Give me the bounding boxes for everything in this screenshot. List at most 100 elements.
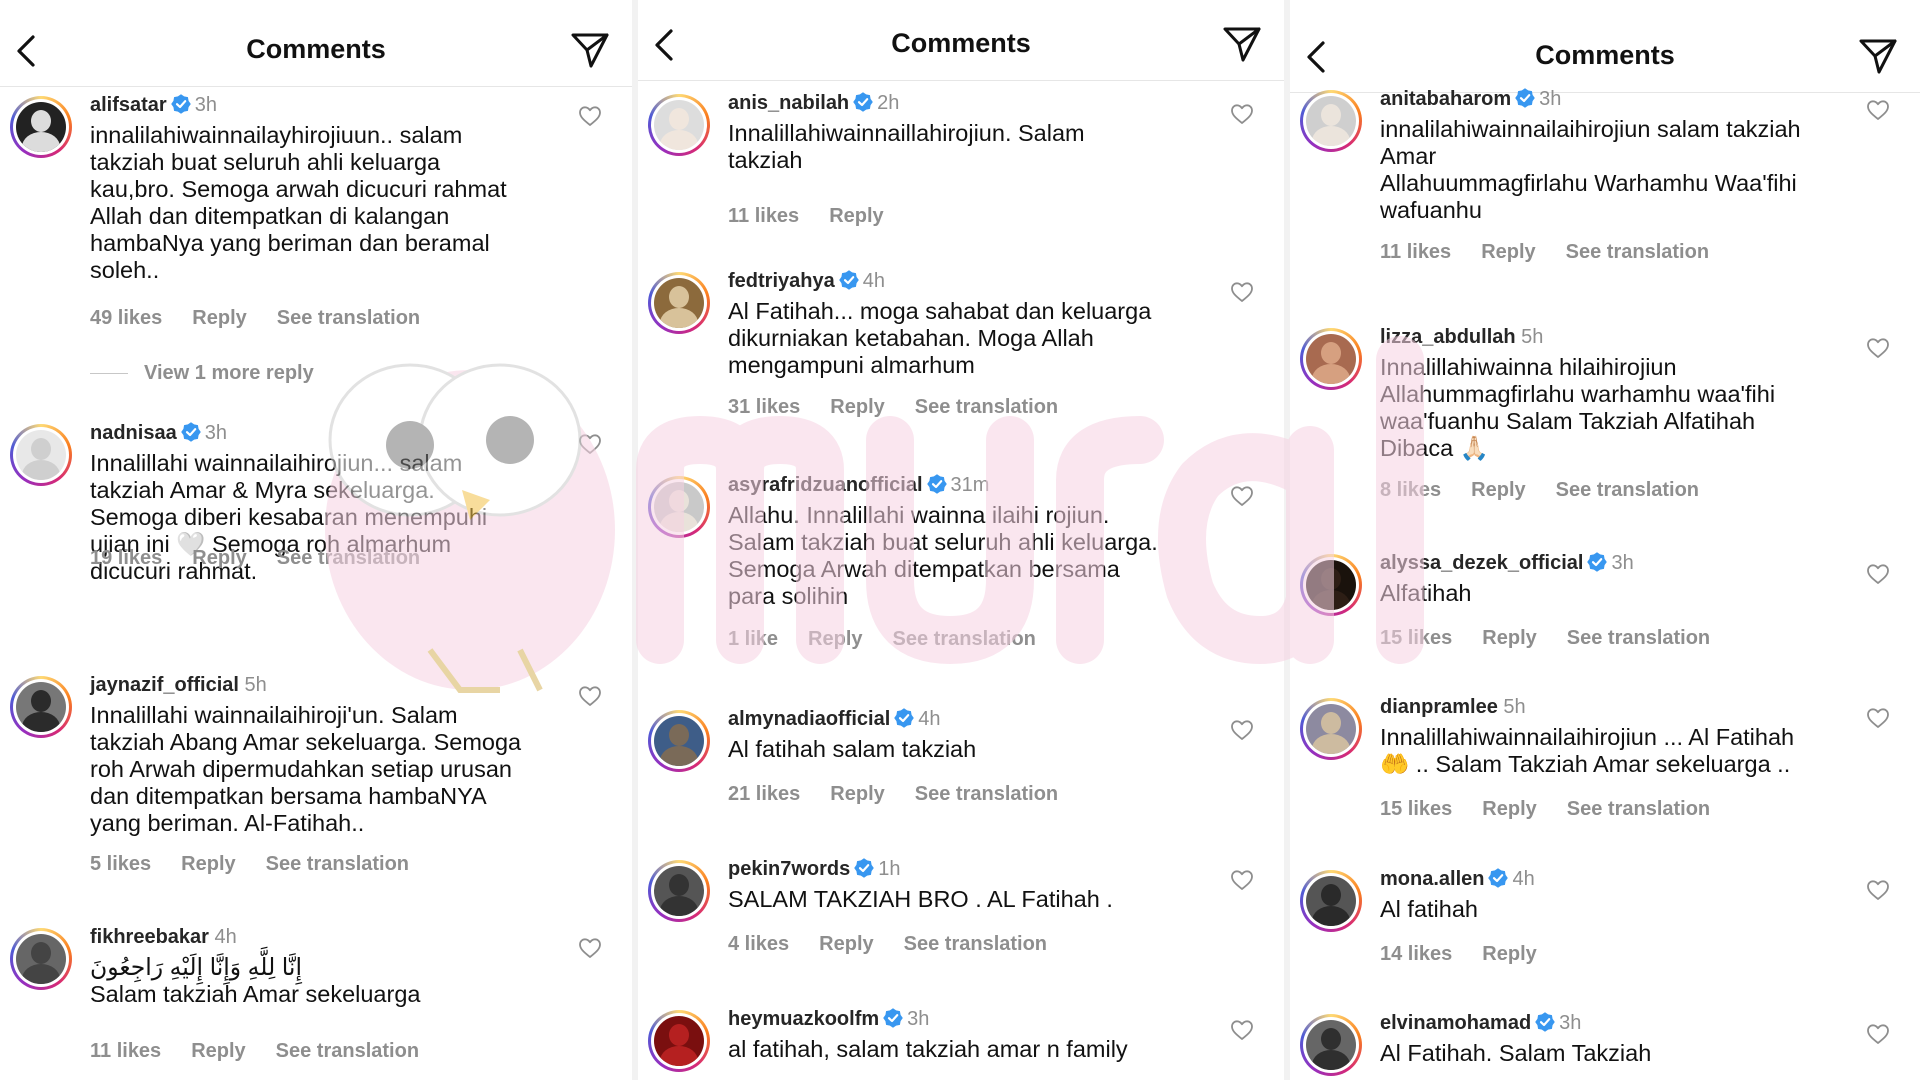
comment-time: 4h [214,926,237,948]
reply-button[interactable]: Reply [819,933,873,955]
heart-outline-icon[interactable] [578,684,602,708]
avatar[interactable] [1300,554,1362,616]
avatar[interactable] [648,272,710,334]
avatar[interactable] [648,710,710,772]
heart-outline-icon[interactable] [1230,1018,1254,1042]
see-translation-button[interactable]: See translation [266,853,409,875]
heart-outline-icon[interactable] [578,432,602,456]
comment-username[interactable]: mona.allen [1380,868,1484,890]
send-icon[interactable] [1222,24,1262,64]
heart-outline-icon[interactable] [1866,706,1890,730]
comment-text: Alfatihah [1380,580,1472,606]
send-icon[interactable] [570,30,610,70]
see-translation-button[interactable]: See translation [277,547,420,569]
reply-button[interactable]: Reply [1481,241,1535,263]
reply-button[interactable]: Reply [808,628,862,650]
avatar[interactable] [10,424,72,486]
view-more-replies-button[interactable]: View 1 more reply [90,362,314,385]
comment-username[interactable]: nadnisaa [90,422,177,444]
comment-username[interactable]: anis_nabilah [728,92,849,114]
see-translation-button[interactable]: See translation [1556,479,1699,501]
comment-username[interactable]: heymuazkoolfm [728,1008,879,1030]
likes-count[interactable]: 15 likes [1380,627,1452,649]
comment-username[interactable]: dianpramlee [1380,696,1498,718]
avatar[interactable] [1300,698,1362,760]
avatar[interactable] [648,1010,710,1072]
reply-button[interactable]: Reply [829,205,883,227]
comment-item: alyssa_dezek_official 3h Alfatihah 15 likes… [1290,550,1920,694]
comment-username[interactable]: elvinamohamad [1380,1012,1531,1034]
see-translation-button[interactable]: See translation [915,783,1058,805]
avatar[interactable] [648,94,710,156]
reply-button[interactable]: Reply [192,307,246,329]
likes-count[interactable]: 15 likes [1380,798,1452,820]
likes-count[interactable]: 31 likes [728,396,800,418]
see-translation-button[interactable]: See translation [1567,798,1710,820]
reply-button[interactable]: Reply [1471,479,1525,501]
avatar[interactable] [1300,1014,1362,1076]
comment-username[interactable]: fedtriyahya [728,270,835,292]
comment-username[interactable]: pekin7words [728,858,850,880]
see-translation-button[interactable]: See translation [893,628,1036,650]
heart-outline-icon[interactable] [1866,98,1890,122]
avatar[interactable] [10,96,72,158]
heart-outline-icon[interactable] [1866,562,1890,586]
heart-outline-icon[interactable] [1230,484,1254,508]
reply-button[interactable]: Reply [1482,798,1536,820]
likes-count[interactable]: 19 likes [90,547,162,569]
likes-count[interactable]: 49 likes [90,307,162,329]
likes-count[interactable]: 1 like [728,628,778,650]
likes-count[interactable]: 11 likes [728,205,799,227]
see-translation-button[interactable]: See translation [904,933,1047,955]
heart-outline-icon[interactable] [1230,280,1254,304]
see-translation-button[interactable]: See translation [1566,241,1709,263]
avatar[interactable] [1300,90,1362,152]
comment-meta: mona.allen 4h [1380,866,1535,892]
comment-username[interactable]: alifsatar [90,94,167,116]
avatar-figure-body [660,1046,698,1066]
heart-outline-icon[interactable] [1866,878,1890,902]
likes-count[interactable]: 4 likes [728,933,789,955]
reply-button[interactable]: Reply [1482,627,1536,649]
likes-count[interactable]: 14 likes [1380,943,1452,965]
comment-username[interactable]: asyrafridzuanofficial [728,474,923,496]
avatar[interactable] [1300,870,1362,932]
heart-outline-icon[interactable] [578,104,602,128]
likes-count[interactable]: 5 likes [90,853,151,875]
comment-username[interactable]: anitabaharom [1380,88,1511,110]
heart-outline-icon[interactable] [1866,336,1890,360]
reply-button[interactable]: Reply [191,1040,245,1062]
see-translation-button[interactable]: See translation [276,1040,419,1062]
heart-outline-icon[interactable] [1230,718,1254,742]
heart-outline-icon[interactable] [1230,868,1254,892]
avatar[interactable] [1300,328,1362,390]
heart-outline-icon[interactable] [578,936,602,960]
see-translation-button[interactable]: See translation [915,396,1058,418]
comment-username[interactable]: almynadiaofficial [728,708,890,730]
comment-username[interactable]: lizza_abdullah [1380,326,1516,348]
reply-button[interactable]: Reply [830,396,884,418]
reply-button[interactable]: Reply [1482,943,1536,965]
likes-count[interactable]: 11 likes [90,1040,161,1062]
reply-button[interactable]: Reply [192,547,246,569]
see-translation-button[interactable]: See translation [277,307,420,329]
reply-button[interactable]: Reply [830,783,884,805]
see-translation-button[interactable]: See translation [1567,627,1710,649]
likes-count[interactable]: 11 likes [1380,241,1451,263]
send-icon[interactable] [1858,36,1898,76]
heart-outline-icon[interactable] [1866,1022,1890,1046]
heart-outline-icon[interactable] [1230,102,1254,126]
comment-meta: pekin7words 1h [728,856,901,882]
comment-text: Al fatihah [1380,896,1478,922]
comment-username[interactable]: fikhreebakar [90,926,209,948]
likes-count[interactable]: 21 likes [728,783,800,805]
avatar[interactable] [648,860,710,922]
comment-time: 4h [1512,868,1535,890]
avatar[interactable] [648,476,710,538]
likes-count[interactable]: 8 likes [1380,479,1441,501]
comment-username[interactable]: jaynazif_official [90,674,239,696]
reply-button[interactable]: Reply [181,853,235,875]
avatar[interactable] [10,676,72,738]
avatar[interactable] [10,928,72,990]
comment-username[interactable]: alyssa_dezek_official [1380,552,1583,574]
